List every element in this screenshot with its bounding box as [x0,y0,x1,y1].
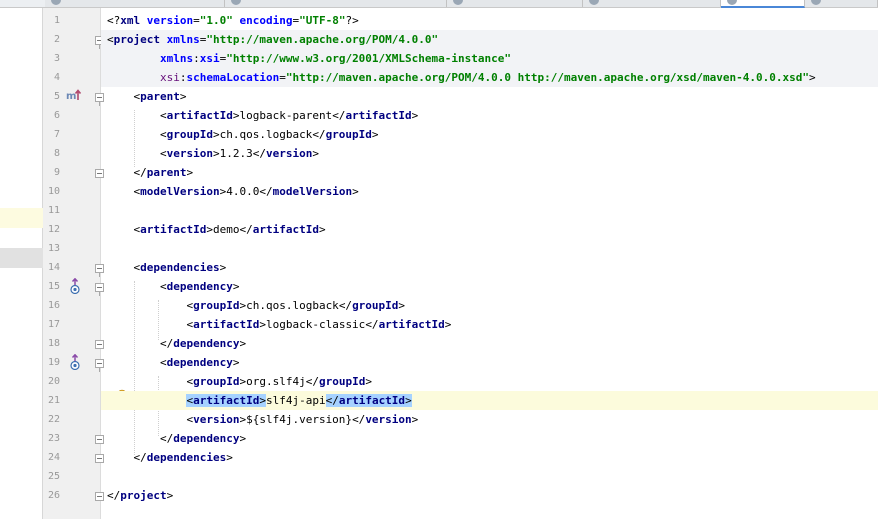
line-number[interactable]: 20 [43,372,60,391]
line-number[interactable]: 13 [43,239,60,258]
editor-tab-active[interactable] [721,0,805,8]
line-number[interactable]: 25 [43,467,60,486]
line-number[interactable]: 8 [43,144,60,163]
code-line[interactable]: <version>${slf4j.version}</version> [101,410,878,429]
code-line[interactable]: <artifactId>demo</artifactId> [101,220,878,239]
code-line[interactable]: <modelVersion>4.0.0</modelVersion> [101,182,878,201]
code-line-current[interactable]: <artifactId>slf4j-api</artifactId> [101,391,878,410]
line-number[interactable]: 17 [43,315,60,334]
code-line[interactable]: <groupId>ch.qos.logback</groupId> [101,125,878,144]
code-line[interactable]: </dependency> [101,334,878,353]
line-number[interactable]: 11 [43,201,60,220]
line-number[interactable]: 12 [43,220,60,239]
editor-tab[interactable] [583,0,721,7]
code-line[interactable]: <groupId>ch.qos.logback</groupId> [101,296,878,315]
code-line[interactable]: <dependencies> [101,258,878,277]
code-line[interactable]: <dependency> [101,353,878,372]
dependency-override-icon[interactable] [68,278,82,294]
side-panel-highlight [0,208,43,228]
file-type-icon [727,0,737,5]
code-line[interactable]: </project> [101,486,878,505]
code-line[interactable]: </dependencies> [101,448,878,467]
file-type-icon [811,0,821,5]
code-line[interactable]: </dependency> [101,429,878,448]
line-number[interactable]: 3 [43,49,60,68]
file-type-icon [589,0,599,5]
line-number[interactable]: 10 [43,182,60,201]
line-number[interactable]: 14 [43,258,60,277]
svg-text:m: m [66,91,76,102]
code-line[interactable]: <?xml version="1.0" encoding="UTF-8"?> [101,11,878,30]
line-number[interactable]: 2 [43,30,60,49]
file-type-icon [453,0,463,5]
code-editor[interactable]: <?xml version="1.0" encoding="UTF-8"?> <… [101,8,878,519]
line-number[interactable]: 23 [43,429,60,448]
line-number[interactable]: 22 [43,410,60,429]
line-number[interactable]: 26 [43,486,60,505]
file-type-icon [231,0,241,5]
line-number[interactable]: 21 [43,391,60,410]
code-line[interactable]: <artifactId>logback-parent</artifactId> [101,106,878,125]
editor-tab[interactable] [447,0,583,7]
line-number[interactable]: 18 [43,334,60,353]
code-line[interactable]: <project xmlns="http://maven.apache.org/… [101,30,878,49]
code-line[interactable] [101,201,878,220]
code-line[interactable]: <version>1.2.3</version> [101,144,878,163]
line-number[interactable]: 1 [43,11,60,30]
line-number[interactable]: 19 [43,353,60,372]
code-line[interactable]: xsi:schemaLocation="http://maven.apache.… [101,68,878,87]
code-line[interactable] [101,239,878,258]
line-number[interactable]: 15 [43,277,60,296]
side-panel-selection [0,248,43,268]
editor-tab-strip [0,0,878,8]
line-number[interactable]: 7 [43,125,60,144]
code-line[interactable]: <groupId>org.slf4j</groupId> [101,372,878,391]
file-type-icon [51,0,61,5]
line-number[interactable]: 4 [43,68,60,87]
maven-parent-icon[interactable]: m [66,88,82,102]
code-line[interactable]: <parent> [101,87,878,106]
line-number[interactable]: 5 [43,87,60,106]
dependency-override-icon[interactable] [68,354,82,370]
line-number[interactable]: 9 [43,163,60,182]
code-line[interactable]: <dependency> [101,277,878,296]
side-panel [0,8,43,519]
code-line[interactable]: </parent> [101,163,878,182]
code-line[interactable]: <artifactId>logback-classic</artifactId> [101,315,878,334]
line-number[interactable]: 6 [43,106,60,125]
editor-tab[interactable] [805,0,878,7]
editor-tab[interactable] [225,0,447,7]
line-number[interactable]: 16 [43,296,60,315]
code-line[interactable] [101,467,878,486]
editor-tab[interactable] [45,0,225,7]
code-line[interactable]: xmlns:xsi="http://www.w3.org/2001/XMLSch… [101,49,878,68]
line-number[interactable]: 24 [43,448,60,467]
